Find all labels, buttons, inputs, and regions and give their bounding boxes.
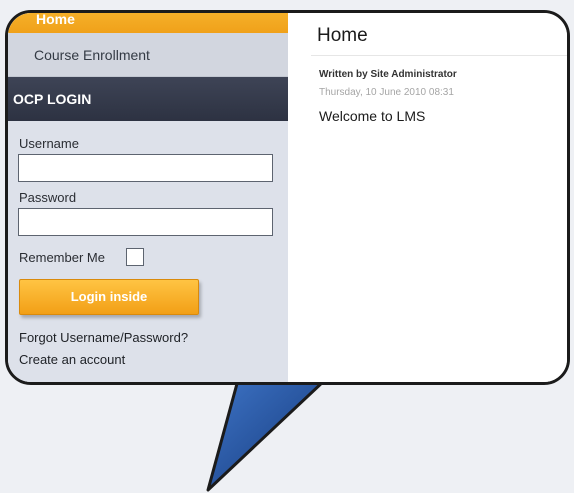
password-label: Password <box>19 190 77 205</box>
page-title: Home <box>317 25 368 46</box>
article-body: Welcome to LMS <box>319 108 426 124</box>
create-account-link[interactable]: Create an account <box>19 352 125 367</box>
main-content: Home Written by Site Administrator Thurs… <box>288 13 567 382</box>
menu-item-course-enrollment[interactable]: Course Enrollment <box>8 33 288 77</box>
username-input[interactable] <box>18 154 273 182</box>
article-author: Written by Site Administrator <box>319 69 457 80</box>
callout-scene: Home Course Enrollment OCP LOGIN Usernam… <box>0 0 574 493</box>
sidebar: Home Course Enrollment OCP LOGIN Usernam… <box>8 13 288 382</box>
menu-item-home[interactable]: Home <box>8 13 288 33</box>
login-module-header: OCP LOGIN <box>8 77 288 121</box>
forgot-password-link[interactable]: Forgot Username/Password? <box>19 330 188 345</box>
title-divider <box>311 55 567 56</box>
remember-me-checkbox[interactable] <box>126 248 144 266</box>
password-input[interactable] <box>18 208 273 236</box>
login-button[interactable]: Login inside <box>19 279 199 315</box>
username-label: Username <box>19 136 79 151</box>
speech-bubble: Home Course Enrollment OCP LOGIN Usernam… <box>5 10 570 385</box>
remember-me-label: Remember Me <box>19 250 105 265</box>
article-date: Thursday, 10 June 2010 08:31 <box>319 87 454 98</box>
